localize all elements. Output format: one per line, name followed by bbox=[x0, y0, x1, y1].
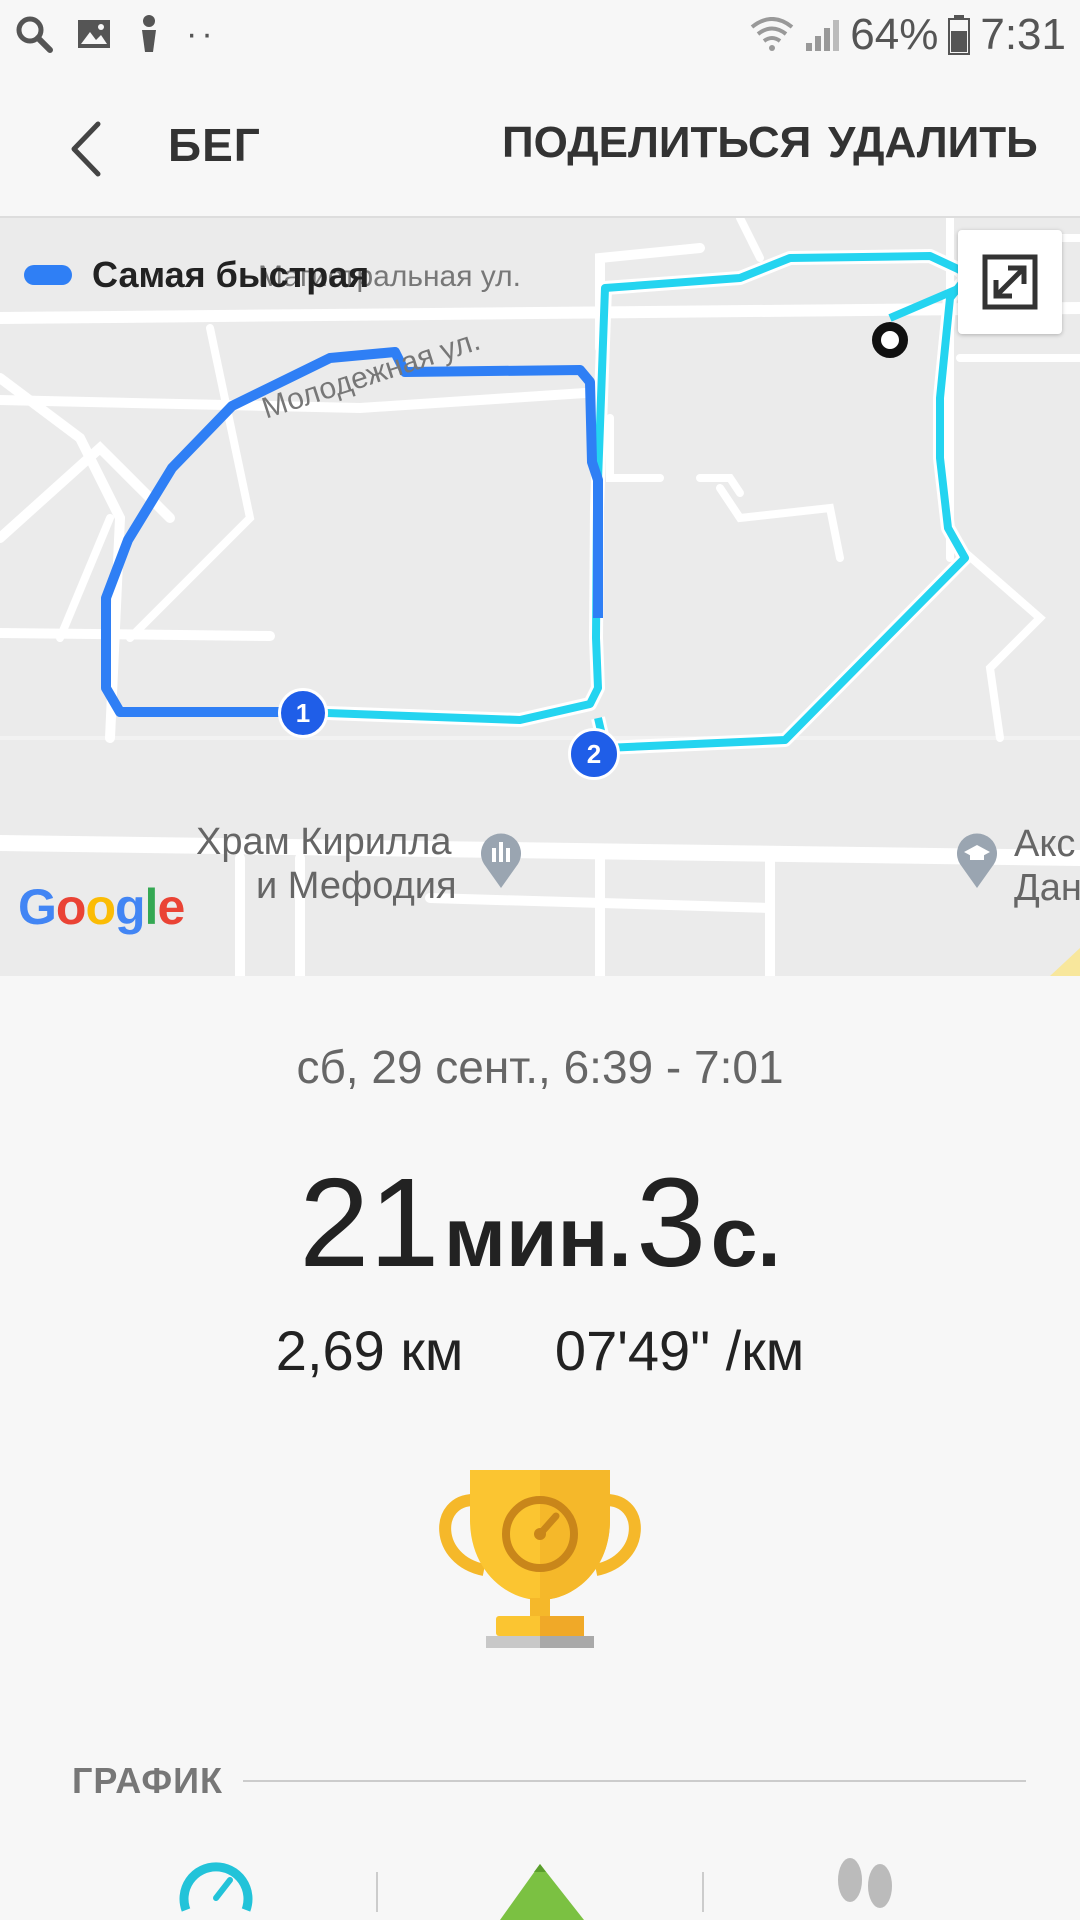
speed-icon[interactable] bbox=[178, 1850, 254, 1920]
route-marker-2[interactable]: 2 bbox=[568, 728, 620, 780]
divider bbox=[242, 1780, 1026, 1782]
workout-stats: 2,69 км 07'49" /км bbox=[0, 1318, 1080, 1383]
elevation-icon[interactable] bbox=[500, 1850, 584, 1920]
workout-duration: 21 мин. 3 с. bbox=[0, 1150, 1080, 1295]
signal-icon bbox=[806, 20, 840, 51]
map-streets bbox=[0, 218, 1080, 976]
google-logo: Google bbox=[18, 879, 185, 935]
pace-value: 07'49" /км bbox=[554, 1319, 805, 1382]
duration-seconds: 3 bbox=[636, 1152, 707, 1293]
more-notifications-icon: ·· bbox=[186, 14, 217, 53]
clock: 7:31 bbox=[980, 10, 1066, 59]
legend-label: Самая быстрая bbox=[92, 254, 370, 295]
route-marker-1[interactable]: 1 bbox=[278, 688, 328, 738]
start-point-icon bbox=[872, 322, 908, 358]
workout-datetime: сб, 29 сент., 6:39 - 7:01 bbox=[296, 1041, 784, 1093]
school-pin-icon[interactable] bbox=[954, 830, 1000, 890]
battery-percent: 64% bbox=[850, 10, 939, 59]
search-icon bbox=[16, 16, 53, 53]
app-bar: БЕГ ПОДЕЛИТЬСЯ УДАЛИТЬ bbox=[0, 78, 1080, 216]
page-title: БЕГ bbox=[168, 119, 261, 171]
church-pin-icon[interactable] bbox=[478, 830, 524, 890]
battery-icon bbox=[948, 15, 971, 55]
fastest-swatch bbox=[24, 265, 72, 285]
wifi-icon bbox=[751, 17, 794, 51]
share-button[interactable]: ПОДЕЛИТЬСЯ bbox=[502, 118, 811, 168]
graph-section-header: ГРАФИК bbox=[72, 1760, 1026, 1802]
route-map[interactable]: Магистральная ул. Молодежная ул. Храм Ки… bbox=[0, 216, 1080, 976]
distance-value: 2,69 км bbox=[275, 1319, 464, 1382]
divider bbox=[376, 1872, 378, 1912]
person-icon bbox=[142, 15, 156, 52]
expand-icon bbox=[982, 254, 1038, 310]
delete-button[interactable]: УДАЛИТЬ bbox=[828, 118, 1038, 168]
expand-map-button[interactable] bbox=[958, 230, 1062, 334]
place-label: Храм Кирилла и Мефодия bbox=[196, 821, 457, 907]
duration-minutes: 21 bbox=[299, 1152, 440, 1293]
seconds-unit: с. bbox=[710, 1190, 781, 1284]
trophy-icon[interactable] bbox=[434, 1460, 646, 1650]
back-icon[interactable] bbox=[60, 114, 120, 184]
map-legend: Самая быстрая bbox=[24, 254, 369, 296]
status-bar: ·· 64% 7:31 bbox=[0, 0, 1080, 78]
divider bbox=[702, 1872, 704, 1912]
image-icon bbox=[78, 20, 110, 48]
section-title: ГРАФИК bbox=[72, 1760, 223, 1801]
place-label: Акс Дан bbox=[1014, 823, 1080, 909]
graph-tabs bbox=[0, 1850, 1080, 1920]
minutes-unit: мин. bbox=[443, 1190, 632, 1284]
steps-icon[interactable] bbox=[834, 1850, 898, 1920]
